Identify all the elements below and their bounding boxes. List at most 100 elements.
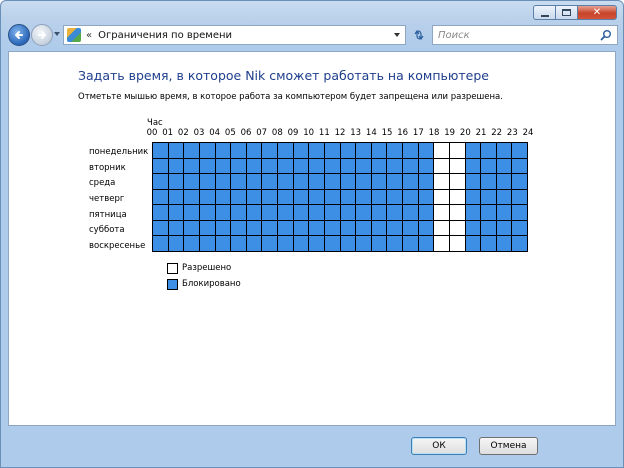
time-cell[interactable] <box>512 158 528 175</box>
time-cell[interactable] <box>309 189 325 206</box>
time-cell[interactable] <box>387 220 403 237</box>
search-icon[interactable] <box>600 29 612 41</box>
time-cell[interactable] <box>371 205 388 221</box>
time-cell[interactable] <box>278 236 294 252</box>
time-cell[interactable] <box>434 174 450 190</box>
time-cell[interactable] <box>184 189 200 206</box>
time-cell[interactable] <box>262 205 278 221</box>
time-cell[interactable] <box>293 189 310 206</box>
time-cell[interactable] <box>199 189 216 206</box>
time-cell[interactable] <box>246 189 263 206</box>
time-cell[interactable] <box>418 189 435 206</box>
time-cell[interactable] <box>293 236 310 252</box>
time-cell[interactable] <box>278 158 294 175</box>
forward-button[interactable] <box>31 24 53 46</box>
time-cell[interactable] <box>449 236 466 252</box>
time-cell[interactable] <box>184 220 200 237</box>
time-cell[interactable] <box>356 236 372 252</box>
time-cell[interactable] <box>184 174 200 190</box>
time-cell[interactable] <box>153 236 169 252</box>
time-cell[interactable] <box>418 205 435 221</box>
ok-button[interactable]: ОК <box>411 437 467 455</box>
time-cell[interactable] <box>199 174 216 190</box>
time-cell[interactable] <box>403 236 419 252</box>
time-cell[interactable] <box>153 205 169 221</box>
time-cell[interactable] <box>246 174 263 190</box>
time-cell[interactable] <box>340 158 357 175</box>
time-cell[interactable] <box>387 205 403 221</box>
time-cell[interactable] <box>184 205 200 221</box>
time-cell[interactable] <box>246 143 263 159</box>
time-cell[interactable] <box>403 143 419 159</box>
time-cell[interactable] <box>449 220 466 237</box>
time-cell[interactable] <box>215 158 232 175</box>
time-cell[interactable] <box>434 143 450 159</box>
time-cell[interactable] <box>356 205 372 221</box>
time-cell[interactable] <box>199 220 216 237</box>
time-cell[interactable] <box>293 205 310 221</box>
time-cell[interactable] <box>496 220 513 237</box>
time-cell[interactable] <box>278 189 294 206</box>
time-cell[interactable] <box>168 174 185 190</box>
time-cell[interactable] <box>340 205 357 221</box>
time-cell[interactable] <box>449 174 466 190</box>
time-cell[interactable] <box>324 205 341 221</box>
time-cell[interactable] <box>387 236 403 252</box>
time-cell[interactable] <box>387 189 403 206</box>
time-cell[interactable] <box>387 143 403 159</box>
time-cell[interactable] <box>403 174 419 190</box>
refresh-button[interactable] <box>409 25 429 45</box>
time-cell[interactable] <box>418 236 435 252</box>
time-cell[interactable] <box>465 189 482 206</box>
time-cell[interactable] <box>434 220 450 237</box>
time-cell[interactable] <box>231 236 247 252</box>
time-cell[interactable] <box>418 174 435 190</box>
time-cell[interactable] <box>356 220 372 237</box>
time-cell[interactable] <box>153 143 169 159</box>
time-cell[interactable] <box>434 158 450 175</box>
time-cell[interactable] <box>215 189 232 206</box>
time-cell[interactable] <box>403 189 419 206</box>
time-cell[interactable] <box>168 189 185 206</box>
time-cell[interactable] <box>199 143 216 159</box>
time-cell[interactable] <box>340 174 357 190</box>
time-cell[interactable] <box>324 158 341 175</box>
time-cell[interactable] <box>278 143 294 159</box>
time-cell[interactable] <box>512 143 528 159</box>
time-cell[interactable] <box>481 143 497 159</box>
time-cell[interactable] <box>309 174 325 190</box>
time-cell[interactable] <box>184 143 200 159</box>
time-cell[interactable] <box>387 158 403 175</box>
time-cell[interactable] <box>215 143 232 159</box>
time-cell[interactable] <box>371 174 388 190</box>
time-cell[interactable] <box>434 189 450 206</box>
time-cell[interactable] <box>434 205 450 221</box>
time-cell[interactable] <box>403 220 419 237</box>
time-cell[interactable] <box>496 189 513 206</box>
time-cell[interactable] <box>324 174 341 190</box>
time-cell[interactable] <box>403 205 419 221</box>
search-box[interactable]: Поиск <box>432 25 618 45</box>
time-cell[interactable] <box>449 189 466 206</box>
time-cell[interactable] <box>168 158 185 175</box>
time-cell[interactable] <box>246 158 263 175</box>
time-cell[interactable] <box>449 143 466 159</box>
time-cell[interactable] <box>262 220 278 237</box>
time-cell[interactable] <box>481 205 497 221</box>
time-cell[interactable] <box>231 189 247 206</box>
address-breadcrumb[interactable]: Ограничения по времени <box>98 30 232 41</box>
time-cell[interactable] <box>246 205 263 221</box>
time-cell[interactable] <box>309 220 325 237</box>
time-cell[interactable] <box>387 174 403 190</box>
time-cell[interactable] <box>403 158 419 175</box>
time-cell[interactable] <box>418 143 435 159</box>
time-cell[interactable] <box>465 174 482 190</box>
time-cell[interactable] <box>309 205 325 221</box>
time-cell[interactable] <box>278 220 294 237</box>
time-cell[interactable] <box>262 236 278 252</box>
time-cell[interactable] <box>465 205 482 221</box>
time-cell[interactable] <box>481 236 497 252</box>
time-cell[interactable] <box>231 220 247 237</box>
time-cell[interactable] <box>481 174 497 190</box>
time-cell[interactable] <box>371 220 388 237</box>
